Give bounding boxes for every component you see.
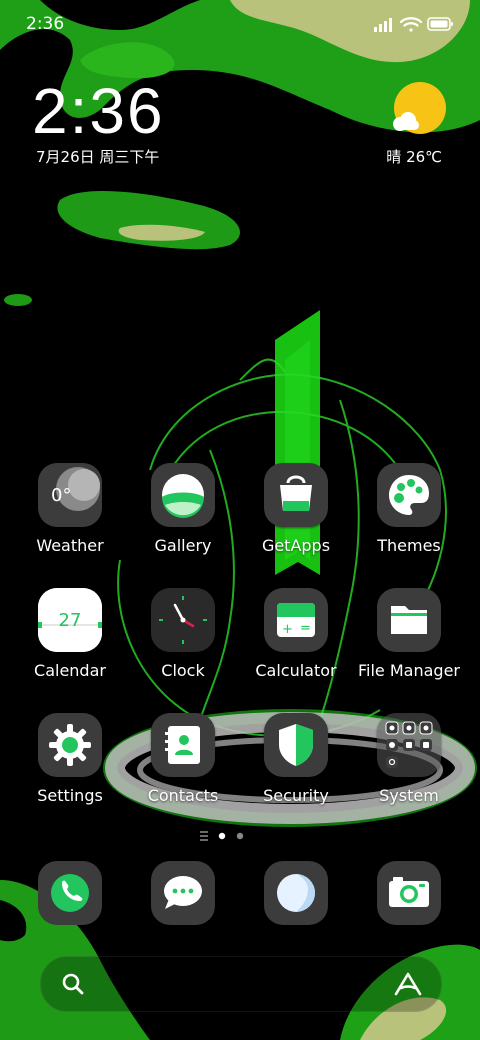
dock-messages[interactable] xyxy=(151,861,215,925)
clock-widget-time[interactable]: 2:36 xyxy=(32,76,165,146)
gear-icon xyxy=(38,713,102,777)
wifi-icon xyxy=(399,17,423,32)
search-bar[interactable] xyxy=(40,956,442,1012)
folder-icon xyxy=(377,588,441,652)
app-label: Calendar xyxy=(34,661,106,680)
camera-icon xyxy=(377,861,441,925)
calendar-icon: 27 xyxy=(38,588,102,652)
dock-camera[interactable] xyxy=(377,861,441,925)
shield-icon xyxy=(264,713,328,777)
app-weather[interactable]: 0° Weather xyxy=(15,463,125,573)
calendar-icon-day: 27 xyxy=(59,610,82,631)
app-label: Settings xyxy=(37,786,103,805)
browser-icon xyxy=(264,861,328,925)
gallery-icon xyxy=(151,463,215,527)
app-label: File Manager xyxy=(358,661,460,680)
app-gallery[interactable]: Gallery xyxy=(128,463,238,573)
battery-icon xyxy=(427,17,453,31)
app-clock[interactable]: Clock xyxy=(128,588,238,698)
svg-text:=: = xyxy=(300,621,311,636)
app-getapps[interactable]: GetApps xyxy=(241,463,351,573)
app-contacts[interactable]: Contacts xyxy=(128,713,238,823)
weather-icon: 0° xyxy=(38,463,102,527)
weather-icon-temp: 0° xyxy=(51,485,71,506)
weather-summary[interactable]: 晴 26℃ xyxy=(386,146,442,167)
assistant-a-icon[interactable] xyxy=(392,970,424,998)
app-label: Calculator xyxy=(255,661,337,680)
app-themes[interactable]: Themes xyxy=(354,463,464,573)
status-bar: 2:36 xyxy=(0,0,480,50)
messages-icon xyxy=(151,861,215,925)
app-label: GetApps xyxy=(261,536,331,555)
calculator-icon: + = xyxy=(264,588,328,652)
app-label: Contacts xyxy=(147,786,219,805)
sun-cloud-icon xyxy=(393,82,446,134)
app-label: Weather xyxy=(36,536,104,555)
page-list-icon xyxy=(200,831,208,841)
dock-browser[interactable] xyxy=(264,861,328,925)
phone-icon xyxy=(38,861,102,925)
app-security[interactable]: Security xyxy=(241,713,351,823)
app-label: Gallery xyxy=(154,536,212,555)
app-folder-icon xyxy=(377,713,441,777)
app-label: Themes xyxy=(377,536,441,555)
clock-icon xyxy=(151,588,215,652)
search-icon[interactable] xyxy=(60,971,86,997)
contacts-book-icon xyxy=(151,713,215,777)
page-dot-active xyxy=(218,832,226,840)
app-settings[interactable]: Settings xyxy=(15,713,125,823)
clock-widget-date[interactable]: 7月26日 周三下午 xyxy=(36,146,159,167)
page-dot xyxy=(236,832,244,840)
app-label: Security xyxy=(263,786,329,805)
app-calculator[interactable]: + = Calculator xyxy=(241,588,351,698)
app-label: Clock xyxy=(161,661,205,680)
app-calendar[interactable]: 27 Calendar xyxy=(15,588,125,698)
app-system-folder[interactable]: System xyxy=(354,713,464,823)
app-label: System xyxy=(379,786,439,805)
status-icons xyxy=(374,14,454,36)
page-indicator[interactable] xyxy=(0,828,480,842)
palette-icon xyxy=(377,463,441,527)
svg-text:+: + xyxy=(282,622,293,637)
app-file-manager[interactable]: File Manager xyxy=(354,588,464,698)
getapps-bag-icon xyxy=(264,463,328,527)
dock-phone[interactable] xyxy=(38,861,102,925)
signal-icon xyxy=(374,18,392,32)
status-time: 2:36 xyxy=(26,14,65,34)
